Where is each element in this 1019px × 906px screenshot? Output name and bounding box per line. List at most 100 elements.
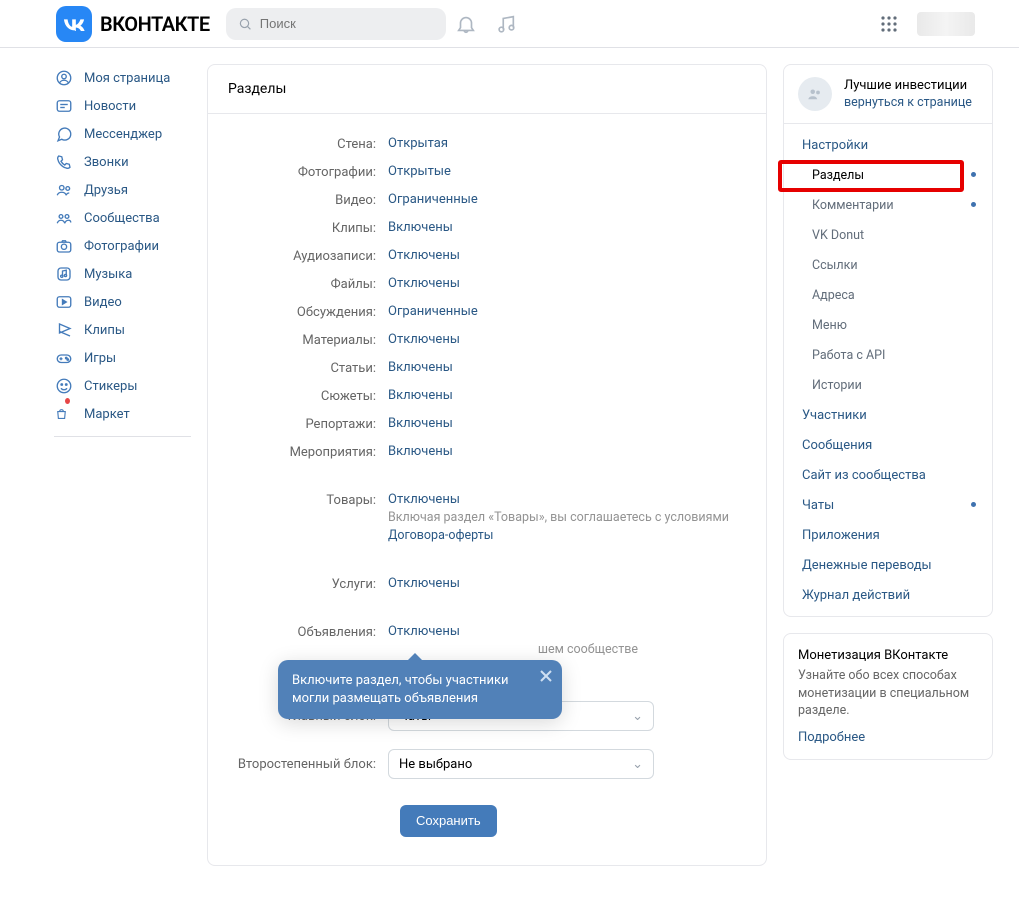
nav-my-page[interactable]: Моя страница <box>54 64 191 92</box>
save-button[interactable]: Сохранить <box>400 805 497 837</box>
row-label: Мероприятия: <box>228 444 388 460</box>
nav-clips[interactable]: Клипы <box>54 316 191 344</box>
apps-button[interactable] <box>869 4 909 44</box>
nav-communities[interactable]: Сообщества <box>54 204 191 232</box>
nav-item-donut[interactable]: VK Donut <box>784 220 992 250</box>
row-value[interactable]: Отключены <box>388 492 460 507</box>
nav-stickers[interactable]: Стикеры <box>54 372 191 400</box>
row-value[interactable]: Отключены <box>388 576 460 591</box>
monet-link[interactable]: Подробнее <box>798 730 865 745</box>
nav-item-members[interactable]: Участники <box>784 400 992 430</box>
row-value[interactable]: Включены <box>388 360 453 375</box>
nav-item-sections[interactable]: Разделы <box>784 160 992 190</box>
nav-item-log[interactable]: Журнал действий <box>784 580 992 610</box>
nav-item-menu[interactable]: Меню <box>784 310 992 340</box>
nav-item-settings[interactable]: Настройки <box>784 130 992 160</box>
sections-panel: Разделы Стена:Открытая Фотографии:Открыт… <box>207 64 767 866</box>
video-icon <box>54 293 74 311</box>
page-title: Разделы <box>208 65 766 114</box>
row-value[interactable]: Ограниченные <box>388 304 478 319</box>
row-label: Стена: <box>228 136 388 152</box>
secondary-block-select[interactable]: Не выбрано ⌄ <box>388 749 654 779</box>
row-label: Услуги: <box>228 576 388 592</box>
logo[interactable]: ВКОНТАКТЕ <box>56 6 210 42</box>
music-button[interactable] <box>486 4 526 44</box>
clips-icon <box>54 321 74 339</box>
back-link[interactable]: вернуться к странице <box>844 95 972 110</box>
top-header: ВКОНТАКТЕ <box>0 0 1019 48</box>
row-value[interactable]: Открытые <box>388 164 451 179</box>
row-label: Аудиозаписи: <box>228 248 388 264</box>
nav-item-transfers[interactable]: Денежные переводы <box>784 550 992 580</box>
nav-item-links[interactable]: Ссылки <box>784 250 992 280</box>
search-input[interactable] <box>260 16 434 31</box>
nav-item-api[interactable]: Работа с API <box>784 340 992 370</box>
dot-icon <box>971 502 976 507</box>
nav-item-comments[interactable]: Комментарии <box>784 190 992 220</box>
nav-music[interactable]: Музыка <box>54 260 191 288</box>
nav-photos[interactable]: Фотографии <box>54 232 191 260</box>
music-icon <box>495 13 517 35</box>
close-icon[interactable] <box>540 670 552 682</box>
back-to-page[interactable]: Лучшие инвестиции вернуться к странице <box>784 65 992 124</box>
nav-item-chats[interactable]: Чаты <box>784 490 992 520</box>
row-label: Обсуждения: <box>228 304 388 320</box>
camera-icon <box>54 237 74 255</box>
row-label: Файлы: <box>228 276 388 292</box>
nav-video[interactable]: Видео <box>54 288 191 316</box>
nav-friends[interactable]: Друзья <box>54 176 191 204</box>
row-value[interactable]: Ограниченные <box>388 192 478 207</box>
monetization-panel: Монетизация ВКонтакте Узнайте обо всех с… <box>783 633 993 760</box>
offer-link[interactable]: Договора-оферты <box>388 528 493 543</box>
friends-icon <box>54 181 74 199</box>
row-label: Видео: <box>228 192 388 208</box>
monet-desc: Узнайте обо всех способах монетизации в … <box>798 667 978 720</box>
nav-item-messages[interactable]: Сообщения <box>784 430 992 460</box>
row-value[interactable]: Включены <box>388 388 453 403</box>
notifications-button[interactable] <box>446 4 486 44</box>
bell-icon <box>455 13 477 35</box>
settings-nav-panel: Лучшие инвестиции вернуться к странице Н… <box>783 64 993 617</box>
smile-icon <box>54 377 74 395</box>
row-value[interactable]: Включены <box>388 444 453 459</box>
nav-games[interactable]: Игры <box>54 344 191 372</box>
nav-news[interactable]: Новости <box>54 92 191 120</box>
news-icon <box>54 97 74 115</box>
row-label: Товары: <box>228 492 388 508</box>
search-icon <box>238 16 252 32</box>
nav-messenger[interactable]: Мессенджер <box>54 120 191 148</box>
row-value[interactable]: Отключены <box>388 332 460 347</box>
phone-icon <box>54 153 74 171</box>
row-value[interactable]: Включены <box>388 220 453 235</box>
row-value[interactable]: Включены <box>388 416 453 431</box>
row-value[interactable]: Отключены <box>388 624 460 639</box>
nav-item-apps[interactable]: Приложения <box>784 520 992 550</box>
left-nav: Моя страница Новости Мессенджер Звонки Д… <box>26 64 191 866</box>
nav-item-stories[interactable]: Истории <box>784 370 992 400</box>
chevron-down-icon: ⌄ <box>632 709 643 724</box>
nav-item-site[interactable]: Сайт из сообщества <box>784 460 992 490</box>
search-box[interactable] <box>226 8 446 40</box>
community-name: Лучшие инвестиции <box>844 78 972 95</box>
row-value[interactable]: Открытая <box>388 136 448 151</box>
row-label: Статьи: <box>228 360 388 376</box>
hint-tooltip: Включите раздел, чтобы участники могли р… <box>278 660 562 719</box>
profile-avatar[interactable] <box>917 12 975 36</box>
community-avatar-icon <box>798 77 832 111</box>
profile-icon <box>54 69 74 87</box>
row-label: Второстепенный блок: <box>228 757 388 772</box>
row-value[interactable]: Отключены <box>388 248 460 263</box>
nav-item-addresses[interactable]: Адреса <box>784 280 992 310</box>
row-value[interactable]: Отключены <box>388 276 460 291</box>
row-label: Объявления: <box>228 624 388 640</box>
nav-calls[interactable]: Звонки <box>54 148 191 176</box>
nav-market[interactable]: Маркет <box>54 400 191 428</box>
chevron-down-icon: ⌄ <box>632 757 643 772</box>
row-label: Сюжеты: <box>228 388 388 404</box>
row-label: Клипы: <box>228 220 388 236</box>
monet-title: Монетизация ВКонтакте <box>798 648 978 663</box>
row-label: Фотографии: <box>228 164 388 180</box>
music-note-icon <box>54 265 74 283</box>
gamepad-icon <box>54 349 74 367</box>
brand-text: ВКОНТАКТЕ <box>100 12 210 36</box>
